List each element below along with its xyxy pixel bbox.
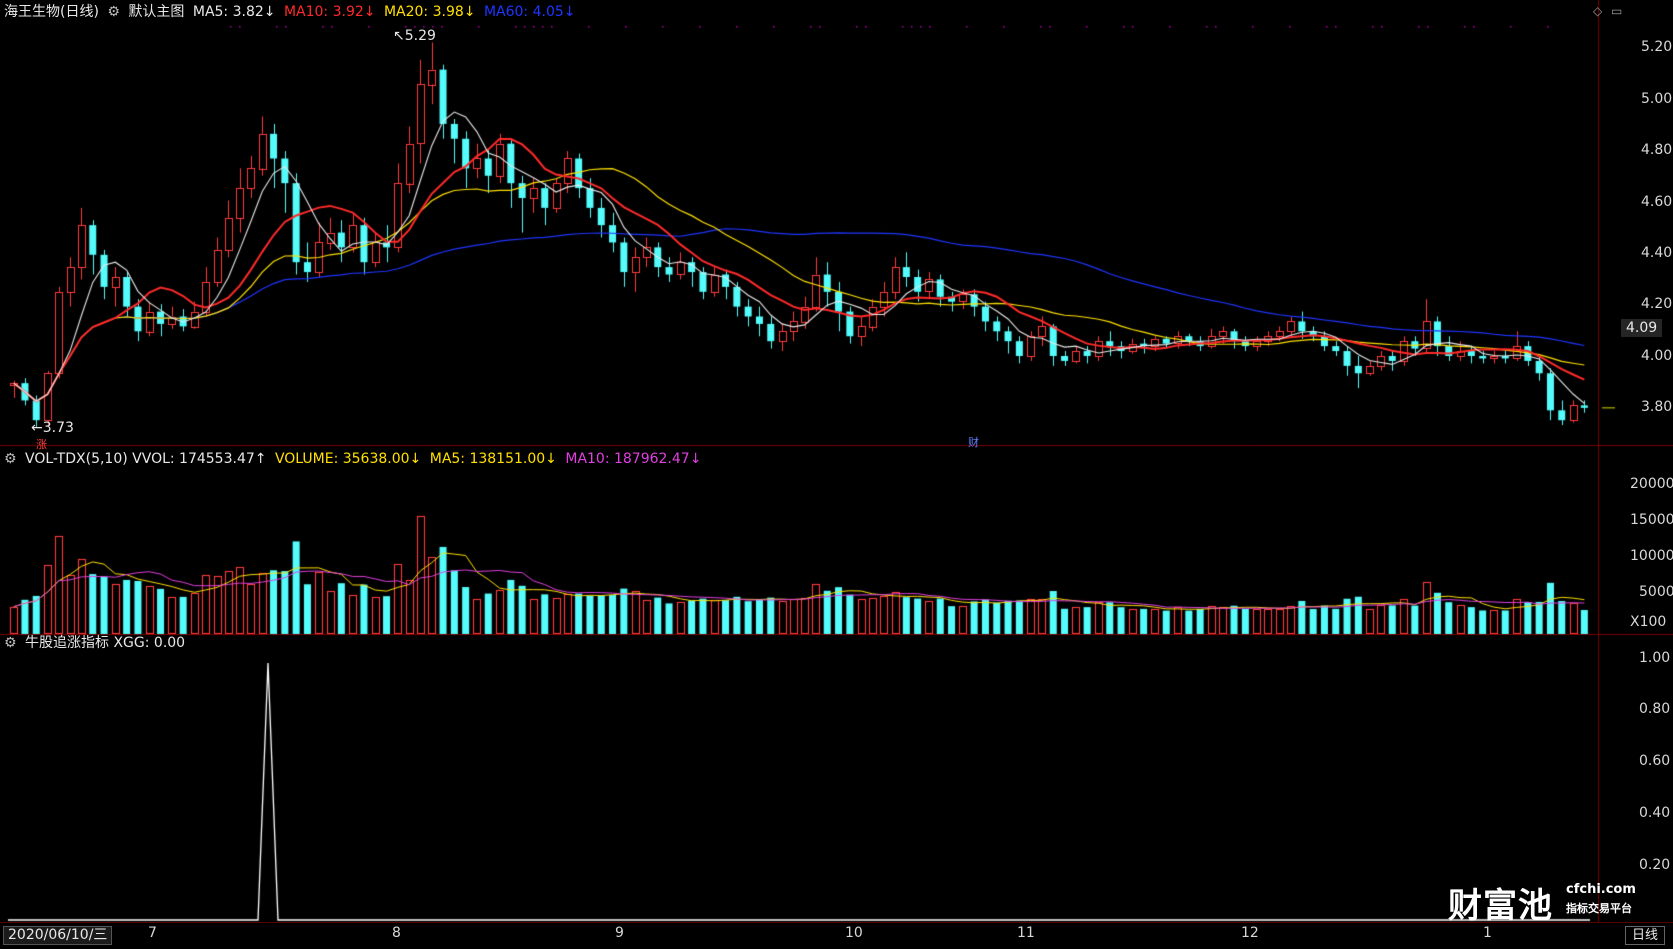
- high-price-label: ↖5.29: [393, 27, 440, 45]
- price-tick: 4.00: [1641, 348, 1672, 364]
- month-tick: 7: [148, 925, 157, 941]
- volume-unit: X100: [1630, 614, 1666, 630]
- volume-settings-icon[interactable]: ⚙: [4, 451, 17, 467]
- volume-ma10-indicator: MA10: 187962.47↓: [565, 451, 701, 467]
- volume-tick: 15000: [1630, 512, 1673, 528]
- month-tick: 10: [845, 925, 863, 941]
- template-label[interactable]: 默认主图: [128, 4, 184, 20]
- price-tick: 4.40: [1641, 245, 1672, 261]
- xgg-panel-header: ⚙ 牛股追涨指标 XGG: 0.00: [4, 634, 189, 652]
- price-tick: 4.60: [1641, 194, 1672, 210]
- ma10-indicator: MA10: 3.92↓: [284, 4, 376, 20]
- volume-ma5-indicator: MA5: 138151.00↓: [430, 451, 557, 467]
- volume-tick: 5000: [1639, 584, 1673, 600]
- price-tick: 5.20: [1641, 39, 1672, 55]
- month-tick: 8: [392, 925, 401, 941]
- volume-tick: 20000: [1630, 476, 1673, 492]
- main-panel-header: 海王生物(日线) ⚙ 默认主图 MA5: 3.82↓ MA10: 3.92↓ M…: [4, 3, 580, 21]
- cai-tag[interactable]: 财: [968, 434, 979, 452]
- month-tick: 9: [615, 925, 624, 941]
- brand-watermark: 财富池 cfchi.com 指标交易平台: [1448, 878, 1653, 922]
- kline-canvas[interactable]: [0, 0, 1673, 948]
- xgg-tick: 0.40: [1639, 805, 1670, 821]
- low-price-label: ←3.73: [31, 419, 78, 437]
- window-icon[interactable]: ▭: [1611, 4, 1622, 18]
- brand-tagline: 指标交易平台: [1566, 900, 1632, 916]
- month-tick: 11: [1017, 925, 1035, 941]
- stock-label[interactable]: 海王生物(日线): [4, 4, 99, 20]
- diamond-icon[interactable]: ◇: [1593, 4, 1602, 18]
- time-axis-bar: 2020/06/10/三 7 8 9 10 11 12 1 日线: [0, 922, 1673, 949]
- xgg-title[interactable]: 牛股追涨指标 XGG: 0.00: [25, 635, 185, 651]
- price-tick: 4.20: [1641, 296, 1672, 312]
- price-tick: 4.80: [1641, 142, 1672, 158]
- month-tick: 12: [1241, 925, 1259, 941]
- volume-title[interactable]: VOL-TDX(5,10) VVOL: 174553.47↑: [25, 451, 266, 467]
- settings-icon[interactable]: ⚙: [107, 4, 120, 20]
- xgg-tick: 1.00: [1639, 650, 1670, 666]
- volume-panel-header: ⚙ VOL-TDX(5,10) VVOL: 174553.47↑ VOLUME:…: [4, 450, 705, 468]
- xgg-settings-icon[interactable]: ⚙: [4, 635, 17, 651]
- xgg-tick: 0.20: [1639, 857, 1670, 873]
- current-price-tag: 4.09: [1621, 319, 1662, 337]
- price-tick: 5.00: [1641, 91, 1672, 107]
- volume-indicator: VOLUME: 35638.00↓: [275, 451, 421, 467]
- xgg-tick: 0.60: [1639, 753, 1670, 769]
- month-tick: 1: [1483, 925, 1492, 941]
- brand-site: cfchi.com: [1566, 882, 1636, 897]
- ma60-indicator: MA60: 4.05↓: [484, 4, 576, 20]
- ma5-indicator: MA5: 3.82↓: [193, 4, 276, 20]
- period-button[interactable]: 日线: [1625, 926, 1665, 945]
- cursor-date: 2020/06/10/三: [3, 926, 112, 945]
- ma20-indicator: MA20: 3.98↓: [384, 4, 476, 20]
- volume-tick: 10000: [1630, 548, 1673, 564]
- xgg-tick: 0.80: [1639, 701, 1670, 717]
- price-tick: 3.80: [1641, 399, 1672, 415]
